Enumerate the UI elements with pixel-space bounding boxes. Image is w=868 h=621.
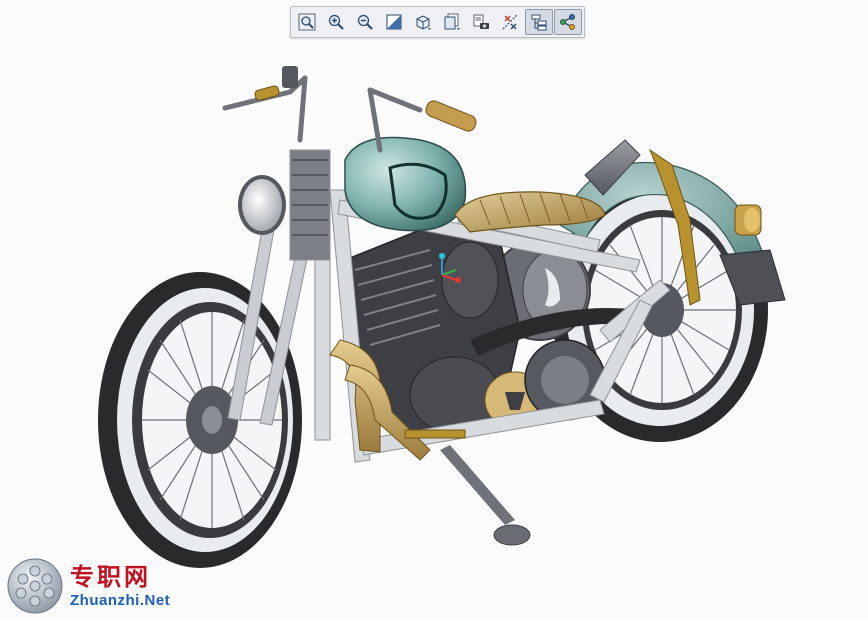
connections-button[interactable]: [554, 9, 582, 35]
kickstand: [440, 445, 531, 546]
watermark-chinese: 专职网: [70, 562, 151, 591]
shading-button[interactable]: [380, 9, 408, 35]
tail-light: [734, 204, 762, 236]
brake-lever: [282, 66, 298, 88]
datum-display-button[interactable]: [496, 9, 524, 35]
globe-logo-icon: [7, 558, 63, 614]
zoom-in-button[interactable]: [322, 9, 350, 35]
display-style-icon: [444, 13, 460, 30]
datum-display-icon: [502, 14, 518, 30]
fuel-tank: [344, 136, 467, 232]
3d-viewport[interactable]: 专职网 Zhuanzhi.Net: [0, 0, 868, 621]
watermark: 专职网 Zhuanzhi.Net: [6, 556, 170, 616]
zoom-fit-icon: [298, 13, 316, 31]
zoom-out-button[interactable]: [351, 9, 379, 35]
watermark-english: Zhuanzhi.Net: [70, 591, 171, 609]
zoom-fit-button[interactable]: [293, 9, 321, 35]
left-grip: [254, 85, 280, 101]
foot-control: [404, 429, 466, 439]
snapshot-button[interactable]: [467, 9, 495, 35]
model-tree-icon: [531, 14, 547, 31]
zoom-in-icon: [328, 14, 344, 30]
view-orientation-button[interactable]: [409, 9, 437, 35]
zoom-out-icon: [357, 14, 373, 30]
model-tree-button[interactable]: [525, 9, 553, 35]
cube-view-icon: [416, 15, 431, 30]
shading-icon: [386, 14, 402, 30]
headlight: [238, 175, 286, 235]
view-toolbar: [290, 6, 585, 38]
right-grip: [425, 100, 477, 132]
display-style-button[interactable]: [438, 9, 466, 35]
motorcycle-3d-model[interactable]: [0, 0, 868, 621]
connections-icon: [560, 14, 575, 30]
camera-icon: [473, 14, 489, 29]
